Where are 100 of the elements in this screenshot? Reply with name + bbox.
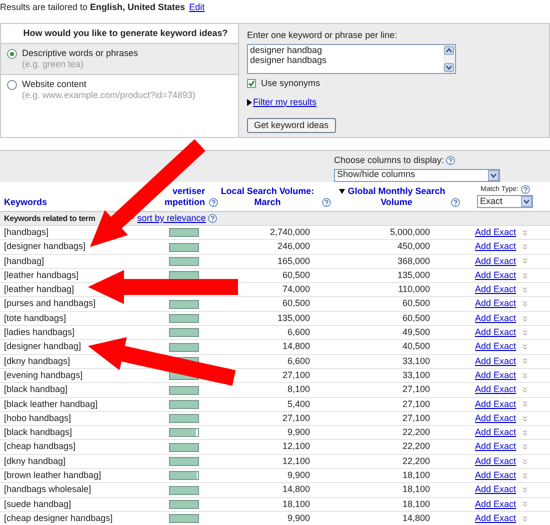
column-header[interactable]: Local Search Volume: March — [218, 186, 318, 208]
global-volume-cell-text: 40,500 — [401, 340, 431, 354]
local-volume-cell-text: 135,000 — [276, 312, 311, 325]
add-exact-link[interactable]: Add Exact — [475, 312, 516, 326]
global-volume-cell-text: 135,000 — [396, 268, 431, 282]
add-exact-link[interactable]: Add Exact — [475, 426, 516, 440]
checkbox-label[interactable]: Use synonyms — [261, 77, 320, 90]
global-volume-cell-text: 22,200 — [401, 440, 431, 454]
global-volume-cell-text: 450,000 — [396, 240, 431, 254]
keyword-cell-text: [leather handbags] — [3, 268, 80, 282]
local-volume-cell-text: 12,100 — [281, 454, 311, 468]
chevron-down-icon[interactable] — [522, 286, 528, 293]
global-volume-cell-text: 368,000 — [396, 254, 431, 268]
add-exact-link[interactable]: Add Exact — [475, 354, 516, 368]
add-exact-link[interactable]: Add Exact — [475, 454, 516, 468]
keyword-cell-text: [black handbag] — [3, 383, 69, 396]
competition-bar — [169, 342, 199, 352]
add-exact-link[interactable]: Add Exact — [475, 254, 516, 268]
expand-triangle-icon[interactable] — [247, 98, 252, 106]
add-exact-link[interactable]: Add Exact — [475, 283, 516, 297]
chevron-down-icon[interactable] — [522, 387, 528, 394]
chevron-down-icon[interactable] — [522, 258, 528, 264]
competition-bar — [169, 500, 199, 509]
chevron-down-icon[interactable] — [522, 401, 528, 408]
chevron-down-icon[interactable] — [522, 458, 528, 464]
chevron-down-icon[interactable] — [522, 487, 528, 494]
sort-arrow-icon[interactable] — [338, 189, 344, 194]
add-exact-link[interactable]: Add Exact — [475, 469, 516, 483]
local-volume-cell-text: 60,500 — [281, 268, 311, 282]
scroll-up-icon[interactable] — [444, 46, 454, 55]
chevron-down-icon[interactable] — [522, 244, 528, 250]
edit-link[interactable]: Edit — [189, 1, 205, 15]
radio-button[interactable] — [7, 49, 17, 59]
help-icon[interactable] — [520, 185, 530, 194]
chevron-down-icon[interactable] — [522, 316, 528, 322]
chevron-down-icon[interactable] — [522, 230, 528, 236]
option-label[interactable]: Descriptive words or phrases — [22, 48, 138, 59]
add-exact-link[interactable]: Add Exact — [475, 498, 516, 512]
keyword-cell-text: [leather handbag] — [3, 283, 76, 296]
option-label[interactable]: Website content — [22, 79, 196, 90]
add-exact-link[interactable]: Add Exact — [475, 297, 516, 311]
add-exact-link[interactable]: Add Exact — [475, 368, 516, 382]
chevron-down-icon[interactable] — [522, 301, 528, 308]
help-icon[interactable] — [446, 156, 456, 166]
keyword-cell-text: [evening handbags] — [3, 368, 84, 382]
option-hint: (e.g. www.example.com/product?id=74893) — [22, 90, 196, 101]
chevron-down-icon[interactable] — [522, 516, 528, 522]
chevron-down-icon[interactable] — [522, 372, 528, 379]
help-icon[interactable] — [450, 198, 460, 207]
scrollbar[interactable] — [443, 45, 455, 73]
keywords-label: Enter one keyword or phrase per line: — [247, 29, 398, 41]
add-exact-link[interactable]: Add Exact — [475, 340, 516, 354]
add-exact-link[interactable]: Add Exact — [475, 512, 516, 525]
add-exact-link[interactable]: Add Exact — [475, 412, 516, 426]
keywords-textarea[interactable]: designer handbag designer handbags — [247, 44, 456, 74]
help-icon[interactable] — [322, 198, 330, 207]
checkbox[interactable] — [247, 79, 256, 88]
global-volume-cell-text: 5,000,000 — [388, 226, 431, 239]
tailoring-notice: Results are tailored to English, United States — [0, 1, 186, 14]
keyword-cell-text: [cheap handbags] — [3, 440, 77, 454]
keyword-cell-text: [black leather handbag] — [3, 398, 99, 411]
radio-button[interactable] — [7, 80, 17, 90]
chevron-down-icon[interactable] — [522, 272, 528, 279]
add-exact-link[interactable]: Add Exact — [475, 268, 516, 282]
scroll-down-icon[interactable] — [444, 63, 454, 72]
column-header[interactable]: vertiser mpetition — [164, 186, 205, 208]
sort-by-relevance-link[interactable]: sort by relevance — [137, 212, 206, 226]
local-volume-cell-text: 9,900 — [286, 512, 311, 525]
chevron-down-icon[interactable] — [522, 501, 528, 508]
add-exact-link[interactable]: Add Exact — [475, 398, 516, 412]
chevron-down-icon[interactable] — [522, 358, 528, 364]
chevron-down-icon[interactable] — [522, 344, 528, 350]
add-exact-link[interactable]: Add Exact — [475, 326, 516, 340]
global-volume-cell-text: 18,100 — [401, 483, 431, 496]
column-header[interactable]: Keywords — [4, 197, 48, 208]
add-exact-link[interactable]: Add Exact — [475, 383, 516, 397]
add-exact-link[interactable]: Add Exact — [475, 440, 516, 454]
global-volume-cell-text: 22,200 — [401, 426, 431, 440]
get-keyword-ideas-button[interactable]: Get keyword ideas — [247, 118, 336, 133]
local-volume-cell-text: 74,000 — [281, 283, 311, 296]
chevron-down-icon[interactable] — [522, 472, 528, 479]
add-exact-link[interactable]: Add Exact — [475, 483, 516, 497]
global-volume-cell-text: 22,200 — [401, 454, 431, 468]
chevron-down-icon[interactable] — [522, 416, 528, 422]
match-type-dropdown[interactable]: Exact — [477, 195, 533, 208]
columns-dropdown[interactable]: Show/hide columns — [334, 168, 500, 182]
local-volume-cell-text: 12,100 — [281, 440, 311, 454]
keyword-cell-text: [ladies handbags] — [3, 326, 76, 340]
add-exact-link[interactable]: Add Exact — [475, 226, 516, 240]
help-icon[interactable] — [208, 214, 217, 223]
filter-results-link[interactable]: Filter my results — [253, 96, 317, 109]
global-volume-cell-text: 14,800 — [401, 512, 431, 525]
add-exact-link[interactable]: Add Exact — [475, 240, 516, 254]
chevron-down-icon[interactable] — [522, 430, 528, 436]
competition-bar — [169, 486, 199, 495]
column-header[interactable]: Global Monthly Search Volume — [346, 186, 446, 208]
competition-bar — [169, 314, 199, 324]
chevron-down-icon[interactable] — [522, 444, 528, 450]
chevron-down-icon[interactable] — [522, 330, 528, 336]
help-icon[interactable] — [209, 198, 218, 207]
